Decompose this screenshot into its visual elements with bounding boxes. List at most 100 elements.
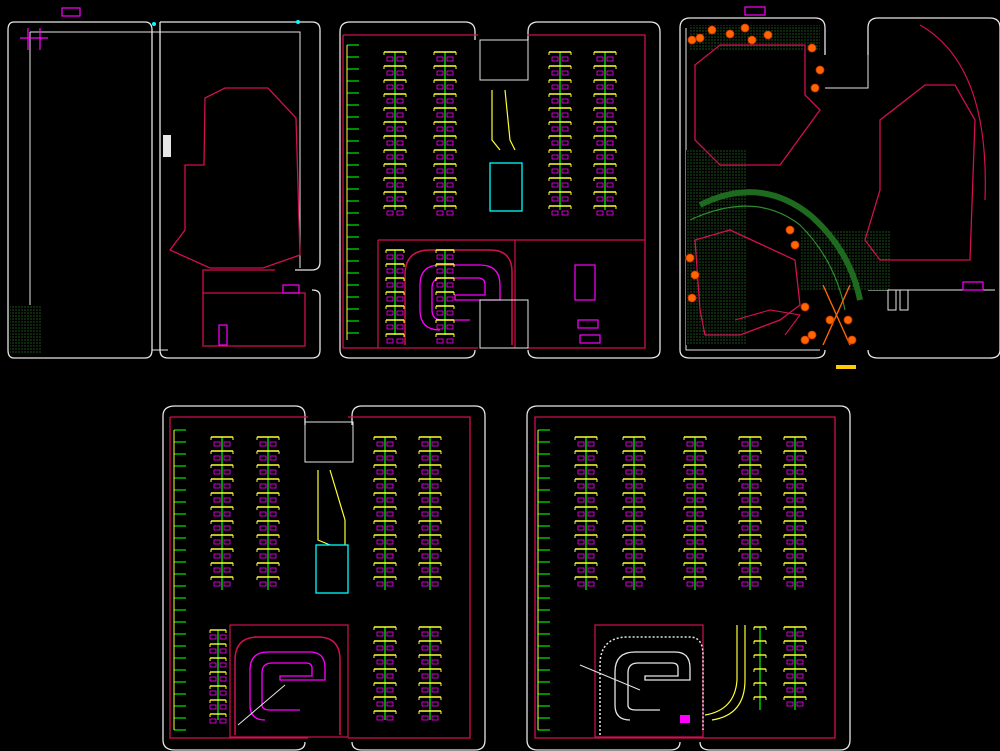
stall-tag [421, 701, 429, 707]
stall-tag [376, 455, 384, 461]
stall-tag [386, 70, 394, 76]
stall-tag [259, 441, 267, 447]
stall-tag [269, 581, 277, 587]
stall-tag [786, 645, 794, 651]
stall-tag [421, 525, 429, 531]
stall-tag [386, 324, 394, 330]
stall-tag [551, 154, 559, 160]
stall-tag [796, 553, 804, 559]
stall-tag [635, 581, 643, 587]
stall-tag [269, 469, 277, 475]
stall-tag [431, 469, 439, 475]
stall-tag [219, 676, 227, 682]
stall-tag [786, 687, 794, 693]
stall-tag [386, 715, 394, 721]
site-marker-lines [20, 28, 48, 50]
stall-tag [213, 497, 221, 503]
stall-tag [386, 673, 394, 679]
stall-tag [396, 296, 404, 302]
stall-tag [223, 539, 231, 545]
tree-icon [825, 315, 835, 325]
stall-tag [446, 338, 454, 344]
stall-tag [446, 140, 454, 146]
stall-tag [741, 511, 749, 517]
stall-tag [696, 441, 704, 447]
stall-tag [606, 70, 614, 76]
stall-tag [587, 469, 595, 475]
stall-tag [396, 98, 404, 104]
stall-tag [386, 581, 394, 587]
stall-tag [446, 210, 454, 216]
stall-tag [596, 98, 604, 104]
stall-tag [376, 441, 384, 447]
stall-tag [796, 687, 804, 693]
stall-tag [741, 497, 749, 503]
stall-tag [376, 567, 384, 573]
stall-tag [396, 310, 404, 316]
sweep-arc [919, 24, 986, 201]
site-corner-mark [152, 22, 156, 26]
stall-tag [421, 673, 429, 679]
sheet-landscape-plan [679, 6, 1000, 369]
site-landscape-patch [10, 305, 42, 353]
stall-tag [446, 168, 454, 174]
stall-tag [436, 168, 444, 174]
stall-tag [625, 497, 633, 503]
stall-tag [396, 324, 404, 330]
stall-tag [606, 56, 614, 62]
stall-tag [696, 553, 704, 559]
stall-tag [436, 84, 444, 90]
stall-tag [436, 282, 444, 288]
stall-tag [635, 525, 643, 531]
stall-tag [421, 581, 429, 587]
stall-tag [431, 687, 439, 693]
stall-tag [431, 539, 439, 545]
stall-tag [551, 98, 559, 104]
stall-tag [269, 455, 277, 461]
stall-tag [396, 112, 404, 118]
stall-tag [551, 182, 559, 188]
stall-tag [259, 511, 267, 517]
stall-tag [386, 282, 394, 288]
landscape-vehicle [887, 289, 897, 311]
stall-tag [421, 511, 429, 517]
stall-tag [786, 539, 794, 545]
stall-tag [219, 648, 227, 654]
stall-tag [223, 441, 231, 447]
stall-tag [436, 140, 444, 146]
stall-tag [596, 140, 604, 146]
tree-icon [763, 30, 773, 40]
stall-tag [751, 497, 759, 503]
stall-tag [751, 553, 759, 559]
stall-tag [686, 525, 694, 531]
stall-tag [751, 511, 759, 517]
stall-tag [696, 511, 704, 517]
stall-tag [396, 56, 404, 62]
stall-tag [561, 182, 569, 188]
stall-tag [376, 659, 384, 665]
stall-tag [446, 196, 454, 202]
stall-tag [625, 483, 633, 489]
stall-tag [741, 483, 749, 489]
stall-tag [386, 567, 394, 573]
stall-tag [386, 525, 394, 531]
stall-tag [696, 581, 704, 587]
stall-tag [421, 497, 429, 503]
tree-icon [725, 29, 735, 39]
stall-tag [223, 581, 231, 587]
stall-tag [386, 126, 394, 132]
stall-tag [376, 673, 384, 679]
stall-tag [741, 455, 749, 461]
stall-tag [561, 168, 569, 174]
stall-tag [376, 511, 384, 517]
stall-tag [696, 455, 704, 461]
stall-tag [219, 690, 227, 696]
stall-tag [561, 98, 569, 104]
stall-tag [587, 581, 595, 587]
stall-tag [786, 553, 794, 559]
stall-tag [436, 268, 444, 274]
stall-tag [786, 701, 794, 707]
tree-icon [785, 225, 795, 235]
stall-tag [436, 338, 444, 344]
stall-tag [446, 182, 454, 188]
